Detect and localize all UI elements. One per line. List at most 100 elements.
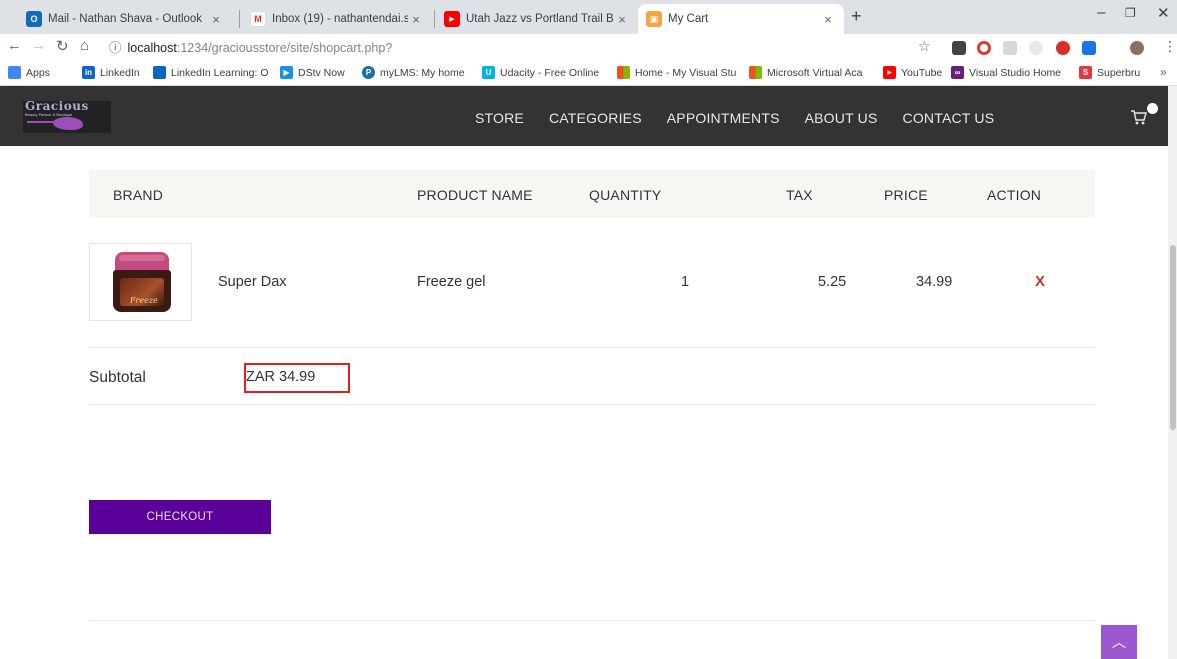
- header-brand: BRAND: [113, 187, 164, 203]
- info-icon[interactable]: ⓘ: [109, 41, 122, 55]
- bookmark-label: myLMS: My home: [380, 66, 465, 79]
- browser-toolbar: ← → ↻ ⌂ ⓘ localhost:1234/graciousstore/si…: [0, 34, 1177, 61]
- apps-icon: [8, 66, 21, 79]
- bookmark-udacity[interactable]: U Udacity - Free Online: [482, 66, 612, 79]
- address-bar[interactable]: ⓘ localhost:1234/graciousstore/site/shopc…: [109, 37, 392, 56]
- bookmark-label: LinkedIn Learning: O: [171, 66, 269, 79]
- browser-tab-my-cart[interactable]: ▣ My Cart ×: [638, 4, 844, 34]
- tab-title: My Cart: [668, 13, 709, 25]
- udacity-icon: U: [482, 66, 495, 79]
- reload-icon[interactable]: ↻: [56, 37, 69, 55]
- site-navbar: Gracious Beauty Parlour & Boutique STORE…: [0, 86, 1177, 146]
- bookmarks-more-icon[interactable]: »: [1160, 65, 1167, 79]
- cell-product-name: Freeze gel: [417, 274, 486, 290]
- cell-price: 34.99: [916, 274, 953, 290]
- site-icon: ▣: [646, 11, 662, 27]
- scrollbar-thumb[interactable]: [1170, 245, 1176, 430]
- bookmark-dstv[interactable]: ▶ DStv Now: [280, 66, 345, 79]
- browser-tabstrip: O Mail - Nathan Shava - Outlook × M Inbo…: [0, 0, 1177, 34]
- product-thumbnail[interactable]: Freeze: [89, 243, 192, 321]
- dstv-icon: ▶: [280, 66, 293, 79]
- jar-lid: [115, 252, 169, 272]
- extension-icon[interactable]: [1029, 41, 1043, 55]
- adblock-icon[interactable]: [1056, 41, 1070, 55]
- bookmark-superbru[interactable]: S Superbru: [1079, 66, 1140, 79]
- scroll-to-top-button[interactable]: ︿: [1101, 625, 1137, 659]
- bookmark-apps[interactable]: Apps: [8, 66, 50, 79]
- cart-badge: [1147, 103, 1158, 114]
- back-icon[interactable]: ←: [7, 37, 22, 54]
- chevron-up-icon: ︿: [1112, 634, 1126, 650]
- extension-icon[interactable]: [1003, 41, 1017, 55]
- linkedin-learning-icon: [153, 66, 166, 79]
- close-icon[interactable]: ×: [614, 12, 630, 27]
- linkedin-icon: in: [82, 66, 95, 79]
- bookmark-label: Udacity - Free Online: [500, 66, 600, 79]
- cell-tax: 5.25: [818, 274, 847, 290]
- restore-icon[interactable]: ❐: [1125, 6, 1136, 20]
- bookmark-linkedin[interactable]: in LinkedIn: [82, 66, 140, 79]
- bookmark-star-icon[interactable]: ☆: [918, 38, 931, 55]
- bookmark-label: Visual Studio Home: [969, 66, 1062, 79]
- browser-tab-youtube[interactable]: ▶ Utah Jazz vs Portland Trail Blazers ×: [436, 4, 638, 34]
- microsoft-icon: [617, 66, 630, 79]
- bookmark-my-visual-studio[interactable]: Home - My Visual Stu: [617, 66, 745, 79]
- bookmark-linkedin-learning[interactable]: LinkedIn Learning: O: [153, 66, 275, 79]
- nav-contact-us[interactable]: CONTACT US: [903, 110, 995, 126]
- tab-title: Inbox (19) - nathantendai.shava@: [272, 13, 408, 25]
- microsoft-icon: [749, 66, 762, 79]
- visual-studio-icon: ∞: [951, 66, 964, 79]
- close-icon[interactable]: ×: [820, 12, 836, 27]
- checkout-button[interactable]: CHECKOUT: [89, 500, 271, 534]
- cart-icon[interactable]: [1130, 108, 1148, 126]
- url-path: :1234/graciousstore/site/shopcart.php?: [176, 41, 393, 55]
- bookmark-visual-studio-home[interactable]: ∞ Visual Studio Home: [951, 66, 1061, 79]
- superbru-icon: S: [1079, 66, 1092, 79]
- home-icon[interactable]: ⌂: [80, 37, 89, 54]
- new-tab-button[interactable]: +: [851, 6, 862, 27]
- close-window-icon[interactable]: ✕: [1157, 4, 1170, 22]
- header-tax: TAX: [786, 187, 813, 203]
- opera-extension-icon[interactable]: [977, 41, 991, 55]
- youtube-icon: ▶: [444, 11, 460, 27]
- cell-quantity: 1: [681, 274, 690, 290]
- close-icon[interactable]: ×: [408, 12, 424, 27]
- subtotal-row: Subtotal ZAR 34.99: [89, 348, 1095, 405]
- browser-tab-outlook[interactable]: O Mail - Nathan Shava - Outlook ×: [18, 4, 232, 34]
- nav-store[interactable]: STORE: [475, 110, 524, 126]
- header-price: PRICE: [884, 187, 928, 203]
- minimize-icon[interactable]: –: [1097, 4, 1105, 21]
- gmail-icon: M: [250, 11, 266, 27]
- nav-categories[interactable]: CATEGORIES: [549, 110, 642, 126]
- bookmark-label: LinkedIn: [100, 66, 140, 79]
- close-icon[interactable]: ×: [208, 12, 224, 27]
- cell-brand: Super Dax: [218, 274, 287, 290]
- tab-title: Mail - Nathan Shava - Outlook: [48, 13, 203, 25]
- nav-about-us[interactable]: ABOUT US: [805, 110, 878, 126]
- remove-item-button[interactable]: X: [1035, 273, 1045, 290]
- cart-table-header: BRAND PRODUCT NAME QUANTITY TAX PRICE AC…: [89, 170, 1095, 218]
- bookmark-youtube[interactable]: ▶ YouTube: [883, 66, 942, 79]
- bookmark-label: Home - My Visual Stu: [635, 66, 737, 79]
- footer-divider: [89, 620, 1095, 621]
- extension-icon[interactable]: [952, 41, 966, 55]
- forward-icon[interactable]: →: [31, 37, 46, 54]
- bookmark-label: Apps: [26, 66, 50, 79]
- header-product-name: PRODUCT NAME: [417, 187, 533, 203]
- table-row: Freeze Super Dax Freeze gel 1 5.25 34.99…: [89, 218, 1095, 348]
- outlook-icon: O: [26, 11, 42, 27]
- bookmark-label: DStv Now: [298, 66, 345, 79]
- bookmark-mylms[interactable]: PmyLMS: My home: [362, 66, 465, 79]
- nav-appointments[interactable]: APPOINTMENTS: [667, 110, 780, 126]
- site-logo[interactable]: Gracious Beauty Parlour & Boutique: [23, 101, 111, 133]
- tab-separator: [434, 10, 435, 28]
- menu-icon[interactable]: ⋮: [1163, 38, 1177, 55]
- main-menu: STORE CATEGORIES APPOINTMENTS ABOUT US C…: [475, 110, 1019, 126]
- tab-separator: [239, 10, 240, 28]
- extension-icon[interactable]: [1082, 41, 1096, 55]
- header-quantity: QUANTITY: [589, 187, 662, 203]
- profile-avatar[interactable]: [1130, 41, 1144, 55]
- subtotal-label: Subtotal: [89, 369, 146, 386]
- browser-tab-gmail[interactable]: M Inbox (19) - nathantendai.shava@ ×: [242, 4, 432, 34]
- bookmark-microsoft-virtual-academy[interactable]: Microsoft Virtual Aca: [749, 66, 879, 79]
